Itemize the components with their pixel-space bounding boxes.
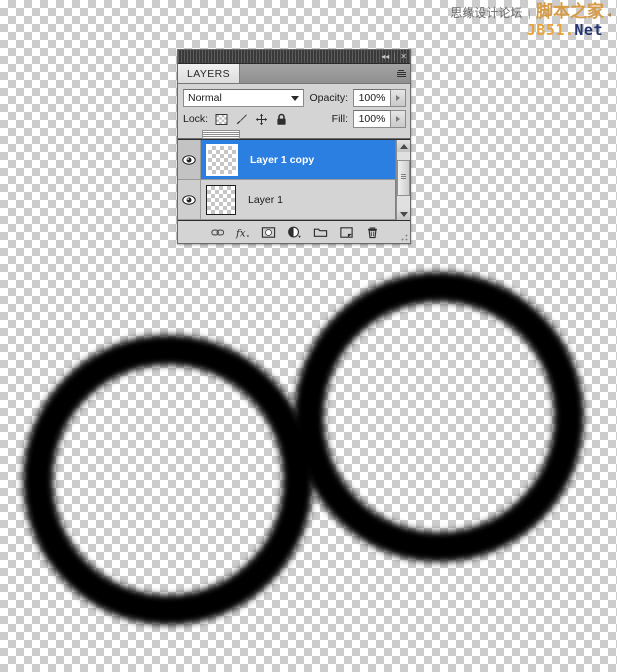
layers-list-divider xyxy=(178,129,410,139)
photoshop-canvas[interactable]: 思缘设计论坛 ❘ 脚本之家 ◂ JB51.Net ◂◂ ✕ LAYERS Nor… xyxy=(0,0,617,672)
tab-layers-label: LAYERS xyxy=(187,67,231,80)
layer-thumbnail-0[interactable] xyxy=(206,143,238,176)
watermark: 思缘设计论坛 ❘ 脚本之家 ◂ JB51.Net xyxy=(450,4,611,38)
lock-icon-group[interactable] xyxy=(215,113,288,126)
eye-icon xyxy=(182,194,196,205)
collapse-panel-icon[interactable]: ◂◂ xyxy=(381,52,389,61)
panel-resize-grip[interactable] xyxy=(401,234,408,241)
blend-mode-row: Normal Opacity: 100% xyxy=(178,84,410,109)
fill-label: Fill: xyxy=(331,113,348,125)
lock-row: Lock: Fill: 100% xyxy=(178,109,410,129)
new-group-icon[interactable] xyxy=(313,225,328,240)
chevron-down-icon xyxy=(291,95,300,101)
adjustment-layer-icon[interactable] xyxy=(287,225,302,240)
watermark-brand-text: 脚本之家 xyxy=(535,2,604,22)
delete-layer-icon[interactable] xyxy=(365,225,380,240)
blend-mode-select[interactable]: Normal xyxy=(183,88,305,107)
tab-layers[interactable]: LAYERS xyxy=(178,64,241,83)
menu-line-1 xyxy=(398,70,404,71)
fill-stepper-icon[interactable] xyxy=(391,110,406,128)
layer-thumbnail-1[interactable] xyxy=(206,184,236,215)
watermark-separator: ❘ xyxy=(525,10,533,20)
fill-input[interactable]: 100% xyxy=(353,110,391,128)
panel-tabstrip[interactable]: LAYERS xyxy=(178,64,410,84)
layer-visibility-toggle-0[interactable] xyxy=(178,140,201,179)
tabstrip-filler xyxy=(240,64,392,83)
menu-line-3 xyxy=(396,74,406,75)
layers-panel-bottom-bar[interactable]: fx xyxy=(178,221,410,243)
watermark-row-bottom: JB51.Net xyxy=(450,23,611,38)
menu-line-2 xyxy=(396,72,406,73)
lock-all-icon[interactable] xyxy=(275,113,288,126)
panel-menu-icon[interactable] xyxy=(392,64,410,83)
opacity-control[interactable]: 100% xyxy=(353,88,406,107)
link-layers-icon[interactable] xyxy=(209,225,224,240)
titlebar-divider xyxy=(394,52,396,61)
panel-titlebar[interactable]: ◂◂ ✕ xyxy=(178,50,410,64)
scroll-up-arrow-icon[interactable] xyxy=(397,140,410,152)
close-panel-icon[interactable]: ✕ xyxy=(400,52,407,61)
lock-position-icon[interactable] xyxy=(255,113,268,126)
add-layer-mask-icon[interactable] xyxy=(261,225,276,240)
watermark-brand-suffix: ◂ xyxy=(606,10,611,19)
blend-mode-value: Normal xyxy=(188,91,222,104)
layers-panel[interactable]: ◂◂ ✕ LAYERS Normal Opacity: 100% Lock: F… xyxy=(177,49,411,244)
lock-image-pixels-icon[interactable] xyxy=(235,113,248,126)
watermark-forum-text: 思缘设计论坛 xyxy=(450,6,523,20)
layer-visibility-toggle-1[interactable] xyxy=(178,180,201,219)
scroll-down-arrow-icon[interactable] xyxy=(397,208,410,220)
menu-line-4 xyxy=(396,76,406,77)
opacity-label: Opacity: xyxy=(309,91,348,104)
watermark-site-jb: JB51. xyxy=(526,21,575,39)
scrollbar-track[interactable] xyxy=(397,152,410,208)
layers-list-scrollbar[interactable] xyxy=(396,140,410,220)
layer-style-fx-icon[interactable]: fx xyxy=(235,225,250,240)
new-layer-icon[interactable] xyxy=(339,225,354,240)
eye-icon xyxy=(182,154,196,165)
opacity-input[interactable]: 100% xyxy=(353,88,391,107)
layers-list-wrap[interactable]: Layer 1 copy Layer 1 xyxy=(178,139,410,221)
watermark-row-top: 思缘设计论坛 ❘ 脚本之家 ◂ xyxy=(450,4,611,21)
ring-left-shape xyxy=(23,335,313,625)
svg-text:fx: fx xyxy=(235,227,246,239)
lock-label: Lock: xyxy=(183,113,209,125)
watermark-site-net: Net xyxy=(574,21,603,39)
opacity-stepper-icon[interactable] xyxy=(391,88,406,107)
layer-name-0[interactable]: Layer 1 copy xyxy=(250,154,314,166)
layer-row-1[interactable]: Layer 1 xyxy=(178,180,395,220)
scrollbar-thumb[interactable] xyxy=(397,160,410,196)
fill-control[interactable]: 100% xyxy=(353,110,406,128)
layer-row-0[interactable]: Layer 1 copy xyxy=(178,140,395,180)
layers-list[interactable]: Layer 1 copy Layer 1 xyxy=(178,140,396,220)
layer-name-1[interactable]: Layer 1 xyxy=(248,194,283,206)
lock-transparent-pixels-icon[interactable] xyxy=(215,113,228,126)
divider-grip xyxy=(202,130,240,139)
ring-right-shape xyxy=(294,272,584,562)
